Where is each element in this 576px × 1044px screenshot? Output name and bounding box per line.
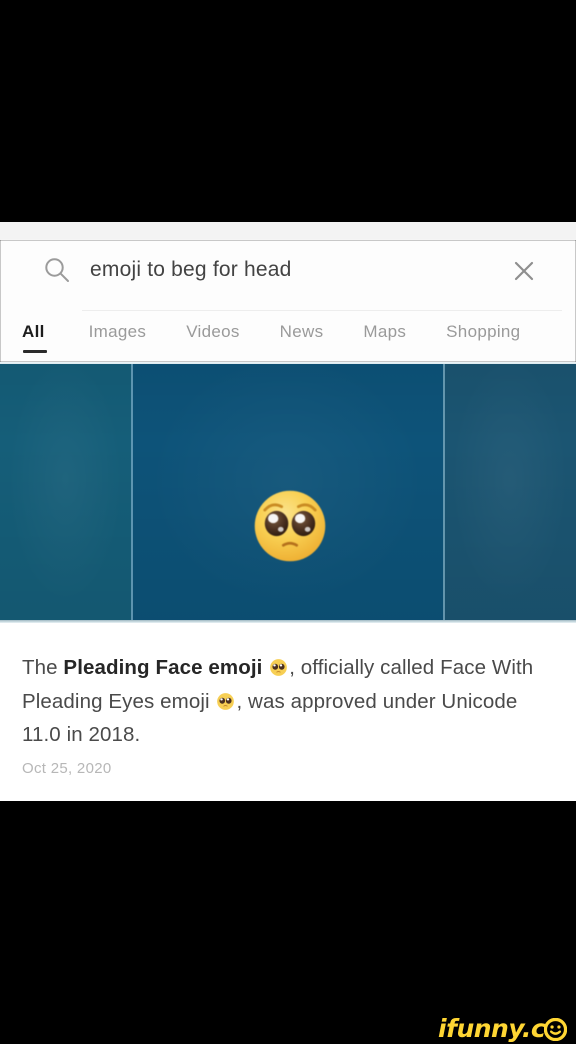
desc-bold-term: Pleading Face emoji — [63, 656, 263, 679]
top-status-artifact — [0, 222, 576, 240]
desc-prefix: The — [22, 656, 64, 679]
pleading-face-inline-icon-2 — [216, 692, 235, 711]
panel-vignette-left — [0, 364, 131, 622]
search-input[interactable]: emoji to beg for head — [90, 252, 490, 288]
panel-vignette-right — [443, 364, 576, 622]
tab-all[interactable]: All — [22, 322, 47, 353]
tab-news[interactable]: News — [280, 322, 324, 342]
close-icon[interactable] — [508, 255, 540, 287]
tab-images[interactable]: Images — [89, 322, 147, 342]
desc-after-1: , officially called — [289, 656, 435, 679]
tab-videos[interactable]: Videos — [186, 322, 239, 342]
pleading-face-inline-icon-1 — [269, 658, 288, 677]
tab-shopping[interactable]: Shopping — [446, 322, 520, 342]
result-date: Oct 25, 2020 — [22, 759, 112, 777]
result-description-card: The Pleading Face emoji , officially cal… — [0, 623, 576, 801]
search-icon[interactable] — [42, 255, 72, 285]
watermark-text: ifunny.c — [438, 1014, 546, 1043]
search-divider — [82, 310, 562, 311]
media-panel-left[interactable] — [0, 364, 131, 622]
search-tabs: All Images Videos News Maps Shopping — [0, 322, 576, 362]
pleading-face-emoji — [248, 484, 332, 568]
tab-maps[interactable]: Maps — [363, 322, 406, 342]
ifunny-watermark: ifunny.c — [438, 1014, 568, 1043]
media-panel-right[interactable] — [443, 364, 576, 622]
result-description-text: The Pleading Face emoji , officially cal… — [22, 651, 546, 752]
screenshot-root: emoji to beg for head All Images Videos New… — [0, 0, 576, 1044]
smiley-face-icon — [544, 1017, 568, 1041]
desc-after-2: , was — [236, 689, 285, 713]
